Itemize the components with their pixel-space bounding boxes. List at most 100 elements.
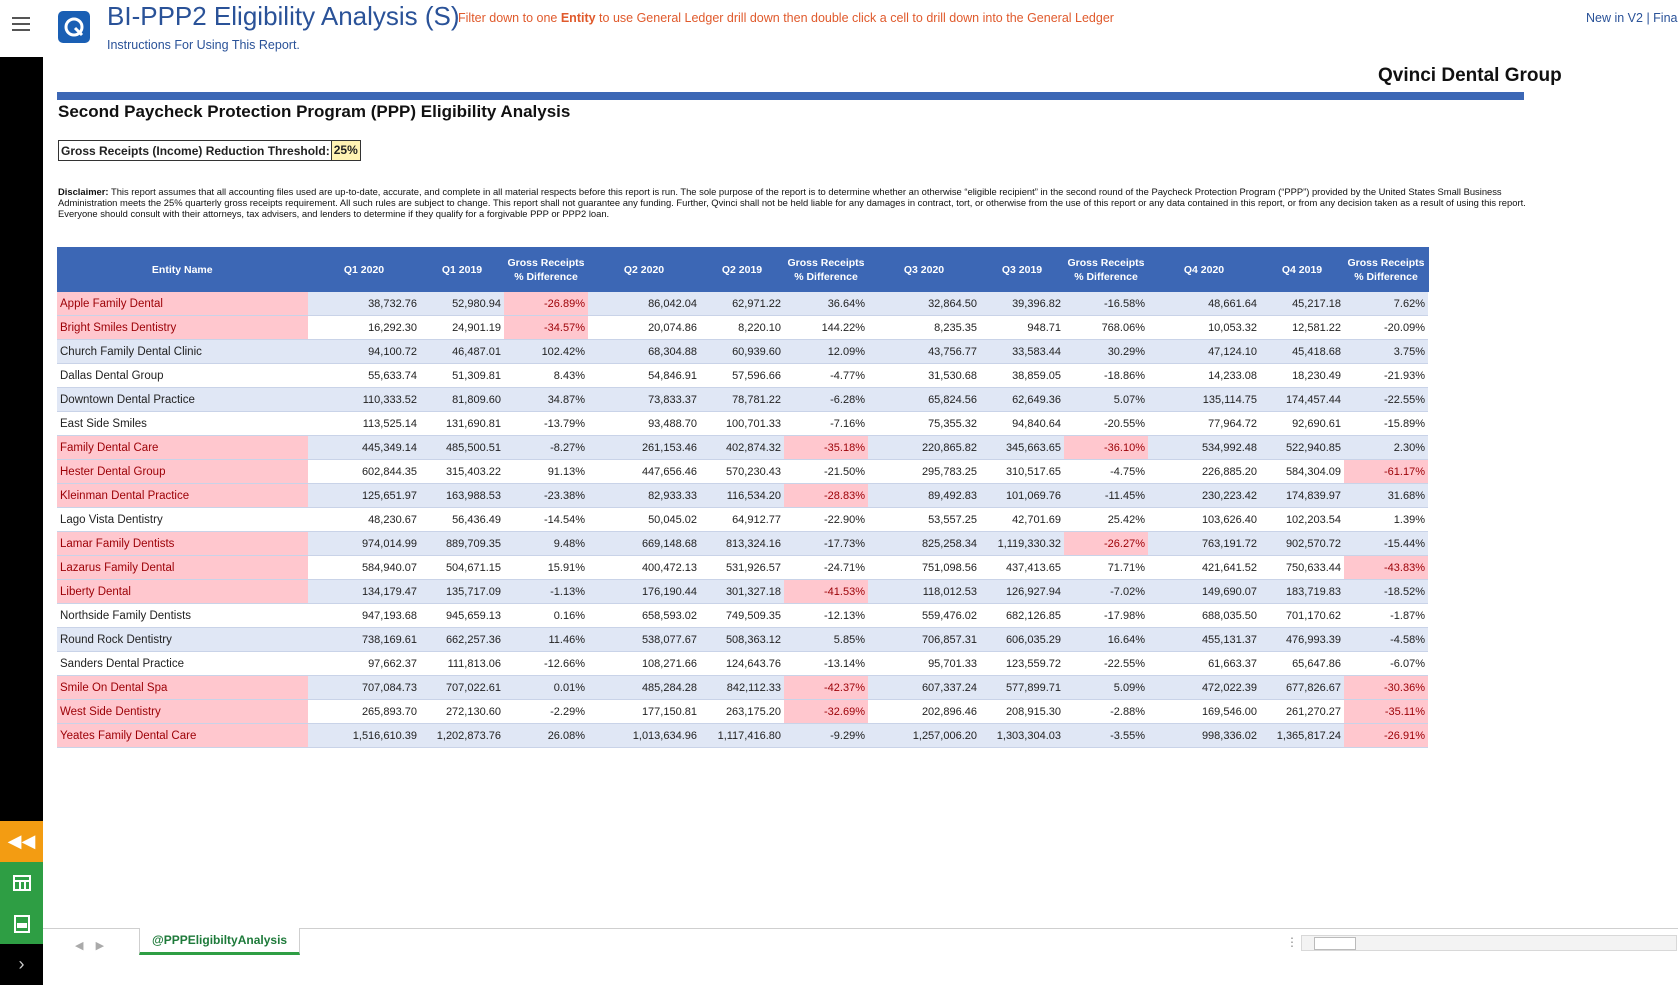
- value-cell[interactable]: 531,926.57: [700, 555, 784, 580]
- column-header[interactable]: Q4 2020: [1148, 247, 1261, 292]
- value-cell[interactable]: 607,337.24: [868, 675, 980, 700]
- value-cell[interactable]: 91.13%: [504, 459, 588, 484]
- value-cell[interactable]: 948.71: [980, 315, 1064, 340]
- value-cell[interactable]: 1,257,006.20: [868, 723, 980, 748]
- entity-name-cell[interactable]: West Side Dentistry: [57, 699, 308, 724]
- value-cell[interactable]: -4.77%: [784, 363, 868, 388]
- entity-name-cell[interactable]: Hester Dental Group: [57, 459, 308, 484]
- collapse-icon[interactable]: ◀◀: [0, 821, 43, 862]
- value-cell[interactable]: -6.28%: [784, 387, 868, 412]
- pdf-icon[interactable]: [0, 903, 43, 944]
- column-header[interactable]: Q4 2019: [1260, 247, 1345, 292]
- value-cell[interactable]: 677,826.67: [1260, 675, 1344, 700]
- table-row[interactable]: Liberty Dental 134,179.47 135,717.09 -1.13%…: [57, 579, 1428, 604]
- value-cell[interactable]: 94,840.64: [980, 411, 1064, 436]
- value-cell[interactable]: -23.38%: [504, 483, 588, 508]
- table-row[interactable]: Church Family Dental Clinic 94,100.72 46,4…: [57, 339, 1428, 364]
- value-cell[interactable]: 437,413.65: [980, 555, 1064, 580]
- value-cell[interactable]: 707,084.73: [308, 675, 420, 700]
- value-cell[interactable]: 577,899.71: [980, 675, 1064, 700]
- value-cell[interactable]: 1,119,330.32: [980, 531, 1064, 556]
- value-cell[interactable]: 8,220.10: [700, 315, 784, 340]
- table-row[interactable]: Yeates Family Dental Care 1,516,610.39 1,2…: [57, 723, 1428, 748]
- value-cell[interactable]: -1.87%: [1344, 603, 1428, 628]
- value-cell[interactable]: 108,271.66: [588, 651, 700, 676]
- value-cell[interactable]: -16.58%: [1064, 292, 1148, 316]
- value-cell[interactable]: 144.22%: [784, 315, 868, 340]
- value-cell[interactable]: 48,661.64: [1148, 292, 1260, 316]
- value-cell[interactable]: -26.89%: [504, 292, 588, 316]
- value-cell[interactable]: 33,583.44: [980, 339, 1064, 364]
- value-cell[interactable]: 400,472.13: [588, 555, 700, 580]
- value-cell[interactable]: 751,098.56: [868, 555, 980, 580]
- new-in-link[interactable]: New in V2 | Fina: [1586, 11, 1677, 25]
- value-cell[interactable]: 102,203.54: [1260, 507, 1344, 532]
- value-cell[interactable]: 508,363.12: [700, 627, 784, 652]
- value-cell[interactable]: 658,593.02: [588, 603, 700, 628]
- value-cell[interactable]: 701,170.62: [1260, 603, 1344, 628]
- value-cell[interactable]: -9.29%: [784, 723, 868, 748]
- value-cell[interactable]: 116,534.20: [700, 483, 784, 508]
- value-cell[interactable]: -3.55%: [1064, 723, 1148, 748]
- value-cell[interactable]: 12.09%: [784, 339, 868, 364]
- value-cell[interactable]: -35.18%: [784, 435, 868, 460]
- entity-name-cell[interactable]: Lazarus Family Dental: [57, 555, 308, 580]
- value-cell[interactable]: 3.75%: [1344, 339, 1428, 364]
- value-cell[interactable]: 123,559.72: [980, 651, 1064, 676]
- value-cell[interactable]: 174,457.44: [1260, 387, 1344, 412]
- value-cell[interactable]: -35.11%: [1344, 699, 1428, 724]
- column-header[interactable]: Q1 2019: [420, 247, 505, 292]
- entity-name-cell[interactable]: Bright Smiles Dentistry: [57, 315, 308, 340]
- entity-name-cell[interactable]: Smile On Dental Spa: [57, 675, 308, 700]
- value-cell[interactable]: 34.87%: [504, 387, 588, 412]
- value-cell[interactable]: 54,846.91: [588, 363, 700, 388]
- table-row[interactable]: Downtown Dental Practice 110,333.52 81,809…: [57, 387, 1428, 412]
- value-cell[interactable]: 813,324.16: [700, 531, 784, 556]
- value-cell[interactable]: 64,912.77: [700, 507, 784, 532]
- value-cell[interactable]: 445,349.14: [308, 435, 420, 460]
- value-cell[interactable]: -2.29%: [504, 699, 588, 724]
- value-cell[interactable]: 272,130.60: [420, 699, 504, 724]
- value-cell[interactable]: 31,530.68: [868, 363, 980, 388]
- value-cell[interactable]: 24,901.19: [420, 315, 504, 340]
- value-cell[interactable]: 485,284.28: [588, 675, 700, 700]
- value-cell[interactable]: 265,893.70: [308, 699, 420, 724]
- table-row[interactable]: West Side Dentistry 265,893.70 272,130.60-…: [57, 699, 1428, 724]
- entity-name-cell[interactable]: Yeates Family Dental Care: [57, 723, 308, 748]
- value-cell[interactable]: -4.75%: [1064, 459, 1148, 484]
- value-cell[interactable]: 32,864.50: [868, 292, 980, 316]
- value-cell[interactable]: -42.37%: [784, 675, 868, 700]
- value-cell[interactable]: 45,217.18: [1260, 292, 1344, 316]
- value-cell[interactable]: -15.44%: [1344, 531, 1428, 556]
- value-cell[interactable]: 889,709.35: [420, 531, 504, 556]
- value-cell[interactable]: 36.64%: [784, 292, 868, 316]
- value-cell[interactable]: 455,131.37: [1148, 627, 1260, 652]
- value-cell[interactable]: 208,915.30: [980, 699, 1064, 724]
- value-cell[interactable]: 16,292.30: [308, 315, 420, 340]
- value-cell[interactable]: 584,940.07: [308, 555, 420, 580]
- value-cell[interactable]: 825,258.34: [868, 531, 980, 556]
- value-cell[interactable]: -22.55%: [1064, 651, 1148, 676]
- value-cell[interactable]: 1,516,610.39: [308, 723, 420, 748]
- value-cell[interactable]: 68,304.88: [588, 339, 700, 364]
- value-cell[interactable]: 65,824.56: [868, 387, 980, 412]
- value-cell[interactable]: 570,230.43: [700, 459, 784, 484]
- value-cell[interactable]: 402,874.32: [700, 435, 784, 460]
- horizontal-scrollbar[interactable]: [1301, 935, 1677, 951]
- value-cell[interactable]: 163,988.53: [420, 483, 504, 508]
- value-cell[interactable]: 52,980.94: [420, 292, 504, 316]
- value-cell[interactable]: 176,190.44: [588, 579, 700, 604]
- value-cell[interactable]: -30.36%: [1344, 675, 1428, 700]
- value-cell[interactable]: 94,100.72: [308, 339, 420, 364]
- value-cell[interactable]: -26.91%: [1344, 723, 1428, 748]
- value-cell[interactable]: 134,179.47: [308, 579, 420, 604]
- sheet-nav-arrows[interactable]: ◀ ▶: [75, 939, 104, 952]
- value-cell[interactable]: 504,671.15: [420, 555, 504, 580]
- value-cell[interactable]: -28.83%: [784, 483, 868, 508]
- value-cell[interactable]: -4.58%: [1344, 627, 1428, 652]
- value-cell[interactable]: 113,525.14: [308, 411, 420, 436]
- value-cell[interactable]: 998,336.02: [1148, 723, 1260, 748]
- value-cell[interactable]: 51,309.81: [420, 363, 504, 388]
- table-row[interactable]: East Side Smiles 113,525.14 131,690.81 -13.…: [57, 411, 1428, 436]
- table-row[interactable]: Dallas Dental Group 55,633.74 51,309.81 8.4…: [57, 363, 1428, 388]
